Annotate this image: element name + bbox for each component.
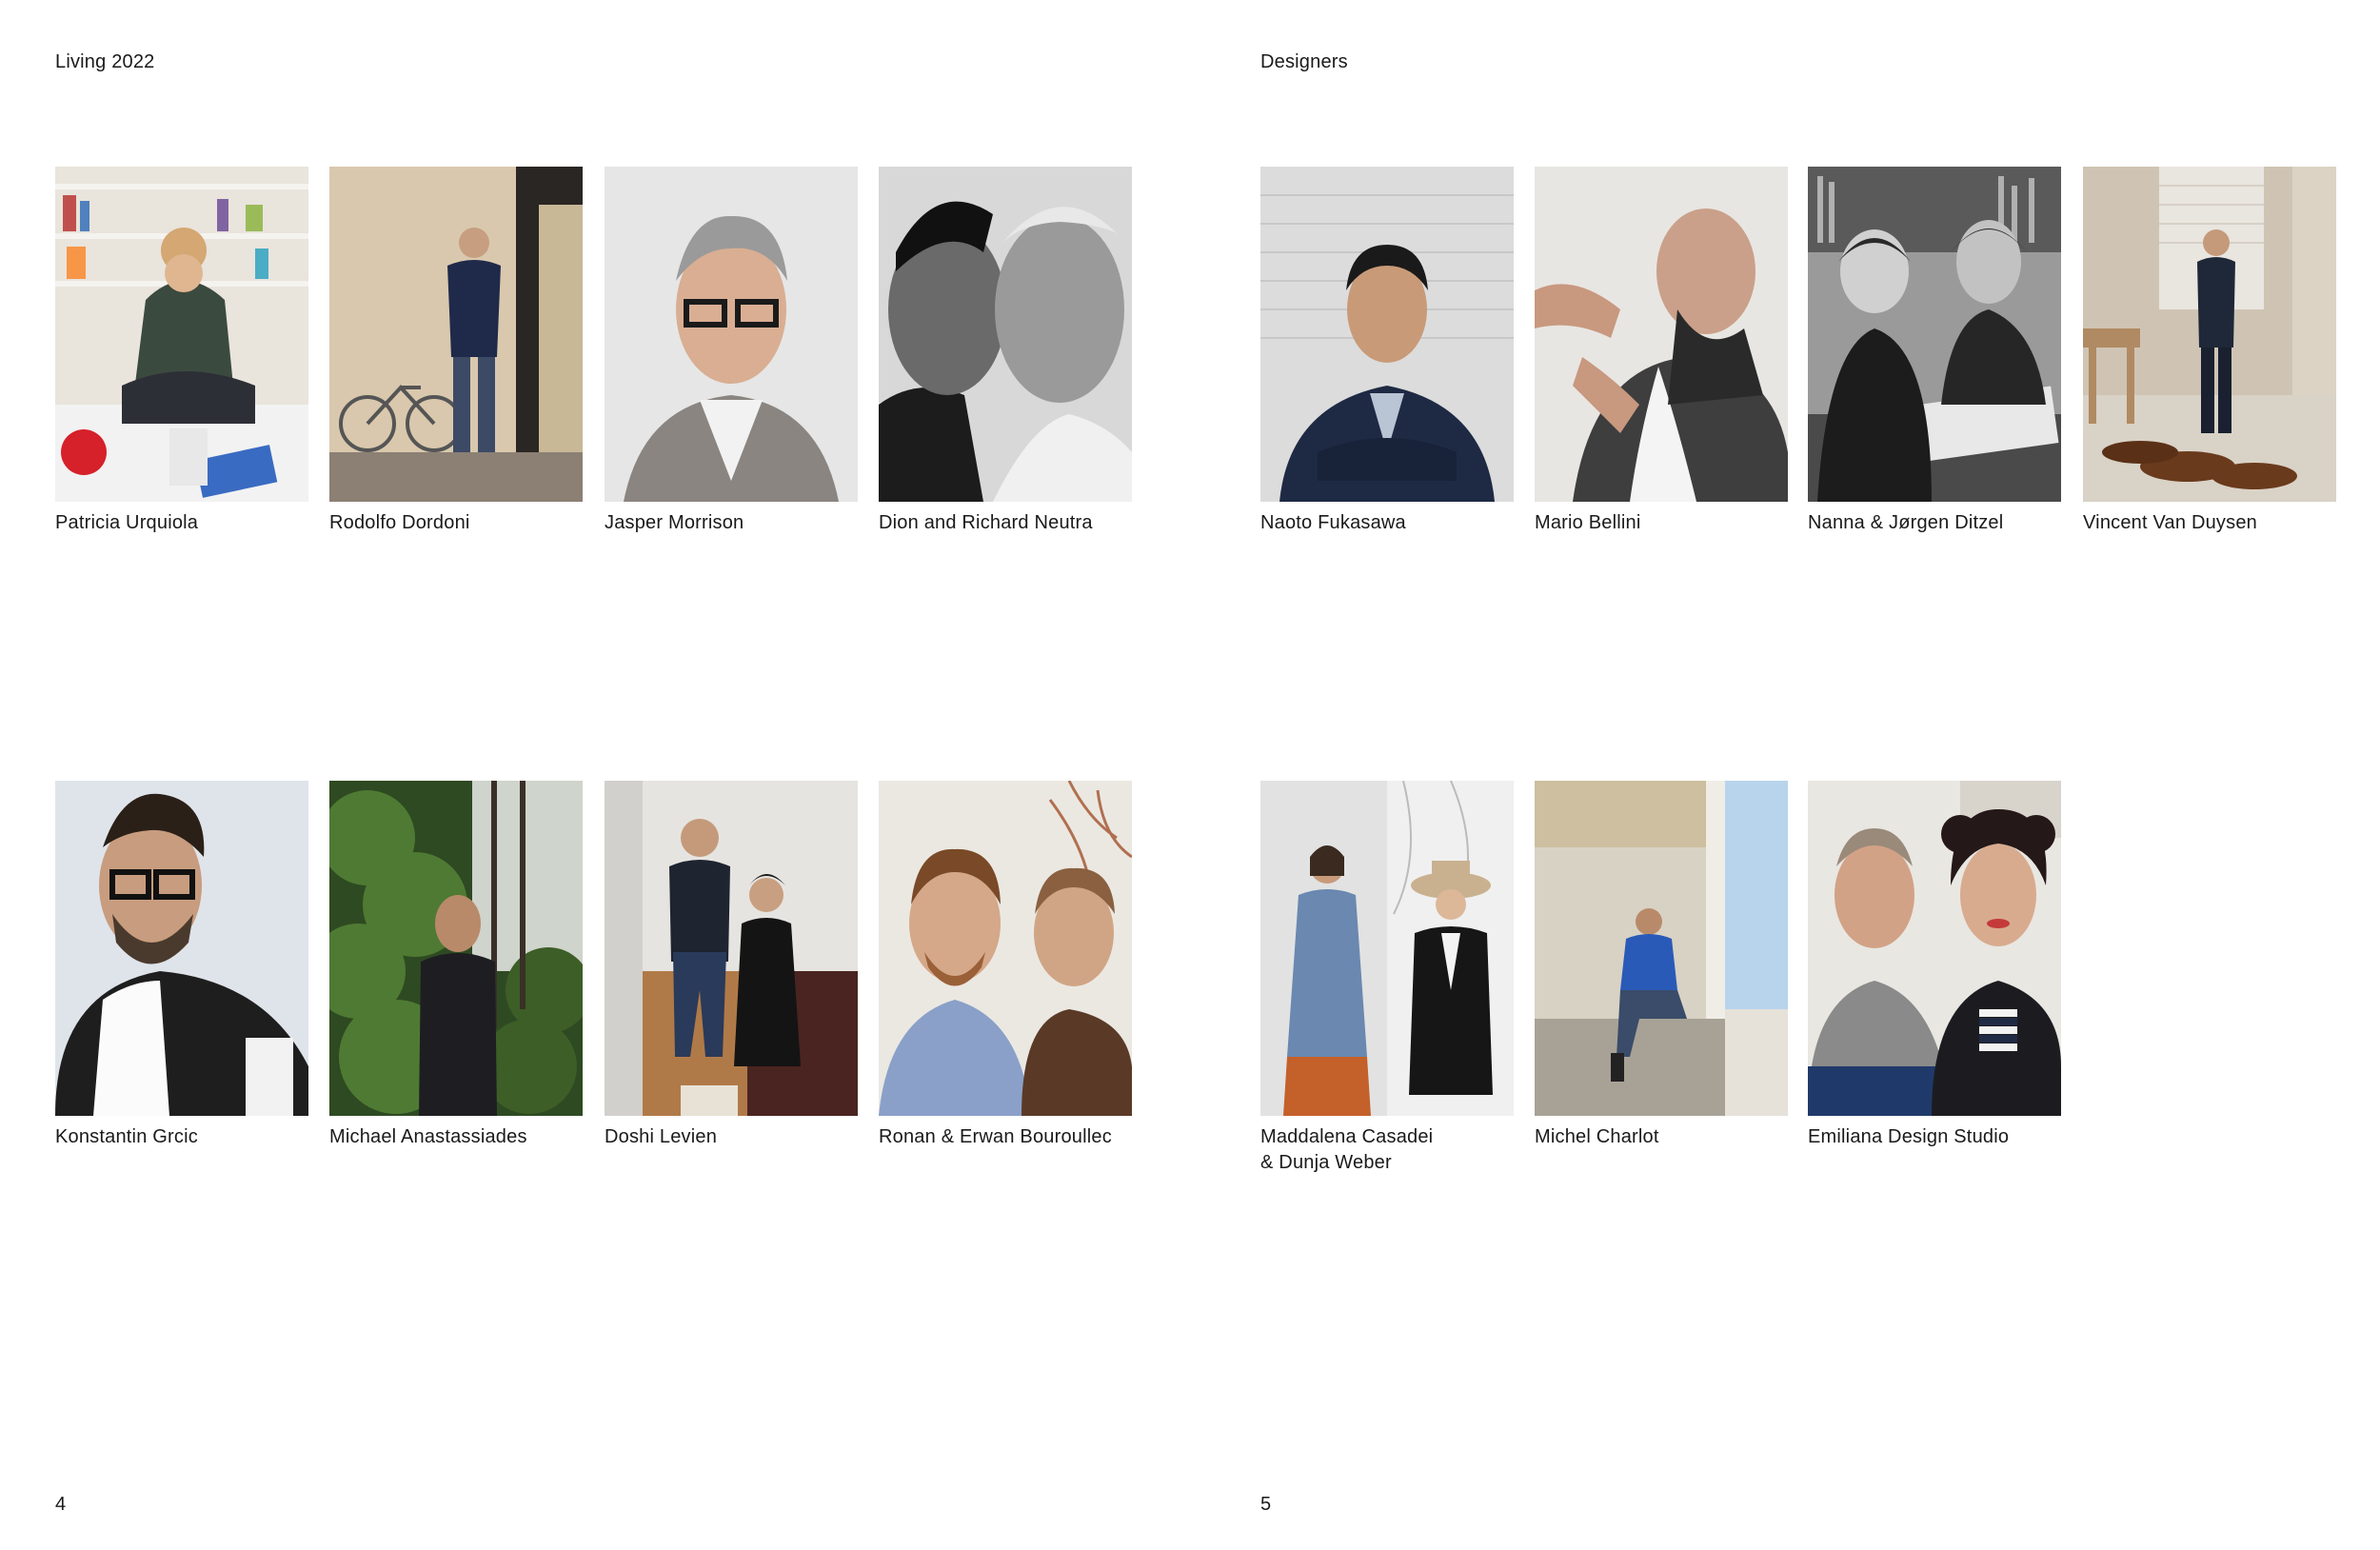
designer-card-anastassiades[interactable]: Michael Anastassiades	[329, 781, 583, 1150]
designer-photo	[329, 167, 583, 502]
page-number-left: 4	[55, 1494, 67, 1515]
designer-name: Jasper Morrison	[605, 512, 744, 533]
designer-photo	[605, 167, 858, 502]
designer-photo	[1535, 781, 1788, 1116]
designer-name: Michael Anastassiades	[329, 1126, 527, 1147]
designer-name: Patricia Urquiola	[55, 512, 199, 533]
designer-card-van-duysen[interactable]: Vincent Van Duysen	[2083, 167, 2336, 536]
designer-card-grcic[interactable]: Konstantin Grcic	[55, 781, 308, 1150]
designer-photo	[1260, 781, 1514, 1116]
designer-card-charlot[interactable]: Michel Charlot	[1535, 781, 1788, 1150]
designer-photo	[1808, 167, 2061, 502]
designer-name: Vincent Van Duysen	[2083, 512, 2257, 533]
designer-card-bellini[interactable]: Mario Bellini	[1535, 167, 1788, 536]
designer-name: Nanna & Jørgen Ditzel	[1808, 512, 2004, 533]
designer-card-dordoni[interactable]: Rodolfo Dordoni	[329, 167, 583, 536]
designer-name: Emiliana Design Studio	[1808, 1126, 2010, 1147]
designer-card-fukasawa[interactable]: Naoto Fukasawa	[1260, 167, 1514, 536]
designer-photo	[879, 781, 1132, 1116]
page-header-right: Designers	[1260, 51, 1348, 72]
designer-card-emiliana[interactable]: Emiliana Design Studio	[1808, 781, 2061, 1150]
designer-name-line-1: Maddalena Casadei	[1260, 1126, 1434, 1147]
designer-card-doshi-levien[interactable]: Doshi Levien	[605, 781, 858, 1150]
designer-name: Dion and Richard Neutra	[879, 512, 1093, 533]
designer-photo	[1535, 167, 1788, 502]
page-header-left: Living 2022	[55, 51, 155, 72]
designer-photo	[605, 781, 858, 1116]
designer-name: Ronan & Erwan Bouroullec	[879, 1126, 1112, 1147]
designer-name: Maddalena Casadei & Dunja Weber	[1260, 1124, 1514, 1176]
designer-photo	[1260, 167, 1514, 502]
designer-photo	[329, 781, 583, 1116]
designer-name: Rodolfo Dordoni	[329, 512, 470, 533]
designer-card-morrison[interactable]: Jasper Morrison	[605, 167, 858, 536]
designer-name: Konstantin Grcic	[55, 1126, 198, 1147]
page-number-right: 5	[1260, 1494, 1272, 1515]
catalog-spread: Living 2022 Designers Patricia Urquiola …	[0, 0, 2380, 1550]
designer-name: Mario Bellini	[1535, 512, 1641, 533]
designer-photo	[1808, 781, 2061, 1116]
designer-card-neutra[interactable]: Dion and Richard Neutra	[879, 167, 1132, 536]
designer-card-bouroullec[interactable]: Ronan & Erwan Bouroullec	[879, 781, 1132, 1150]
designer-name: Naoto Fukasawa	[1260, 512, 1406, 533]
designer-photo	[55, 781, 308, 1116]
designer-card-urquiola[interactable]: Patricia Urquiola	[55, 167, 308, 536]
designer-card-casadei-weber[interactable]: Maddalena Casadei & Dunja Weber	[1260, 781, 1514, 1176]
designer-name: Michel Charlot	[1535, 1126, 1659, 1147]
designer-name: Doshi Levien	[605, 1126, 718, 1147]
designer-photo	[879, 167, 1132, 502]
designer-photo	[55, 167, 308, 502]
designer-photo	[2083, 167, 2336, 502]
designer-card-ditzel[interactable]: Nanna & Jørgen Ditzel	[1808, 167, 2061, 536]
designer-name-line-2: & Dunja Weber	[1260, 1152, 1392, 1173]
